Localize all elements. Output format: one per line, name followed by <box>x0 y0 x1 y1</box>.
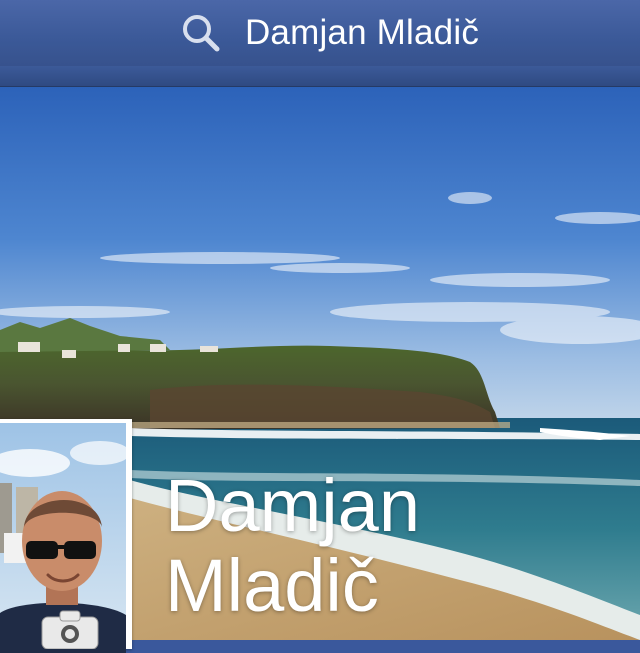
camera-icon[interactable] <box>40 609 100 650</box>
search-bar[interactable]: Damjan Mladič <box>0 0 640 66</box>
profile-photo <box>0 423 126 653</box>
profile-name: Damjan Mladič <box>165 466 420 626</box>
search-field[interactable]: Damjan Mladič <box>181 13 479 53</box>
navbar-divider <box>0 66 640 87</box>
search-query[interactable]: Damjan Mladič <box>245 13 479 53</box>
profile-last-name: Mladič <box>165 544 379 627</box>
profile-picture[interactable] <box>0 419 132 653</box>
profile-first-name: Damjan <box>165 464 420 547</box>
search-icon <box>182 15 220 52</box>
